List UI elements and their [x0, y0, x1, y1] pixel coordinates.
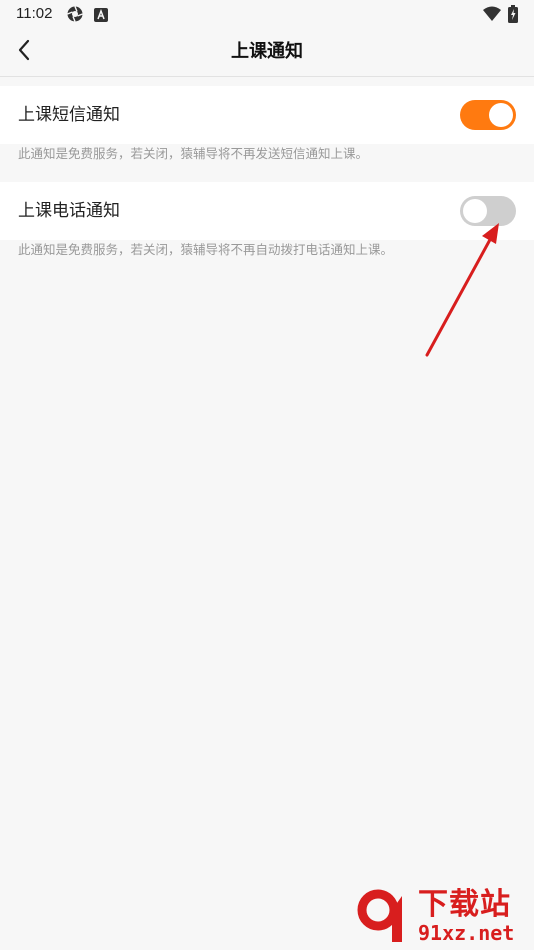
- toggle-knob: [463, 199, 487, 223]
- setting-row-sms: 上课短信通知: [0, 86, 534, 144]
- app-header: 上课通知: [0, 28, 534, 77]
- battery-charging-icon: [508, 5, 518, 23]
- watermark-logo: 下载站 91xz.net: [356, 888, 528, 946]
- phone-notification-toggle[interactable]: [460, 196, 516, 226]
- wifi-icon: [482, 5, 501, 23]
- status-bar: 11:02: [0, 0, 534, 28]
- sms-notification-toggle[interactable]: [460, 100, 516, 130]
- page-title: 上课通知: [231, 41, 303, 62]
- setting-row-phone: 上课电话通知: [0, 182, 534, 240]
- setting-description-phone: 此通知是免费服务，若关闭，猿辅导将不再自动拨打电话通知上课。: [18, 242, 394, 257]
- toggle-knob: [489, 103, 513, 127]
- setting-label-phone: 上课电话通知: [18, 201, 120, 221]
- watermark-domain: 91xz.net: [418, 921, 515, 945]
- watermark-site-name: 下载站: [418, 887, 511, 922]
- setting-label-sms: 上课短信通知: [18, 105, 120, 125]
- aperture-icon: [66, 5, 84, 23]
- watermark-mark-icon: [357, 889, 402, 942]
- a-badge-icon: [94, 7, 108, 22]
- setting-description-sms: 此通知是免费服务，若关闭，猿辅导将不再发送短信通知上课。: [18, 146, 369, 161]
- status-time: 11:02: [16, 5, 53, 22]
